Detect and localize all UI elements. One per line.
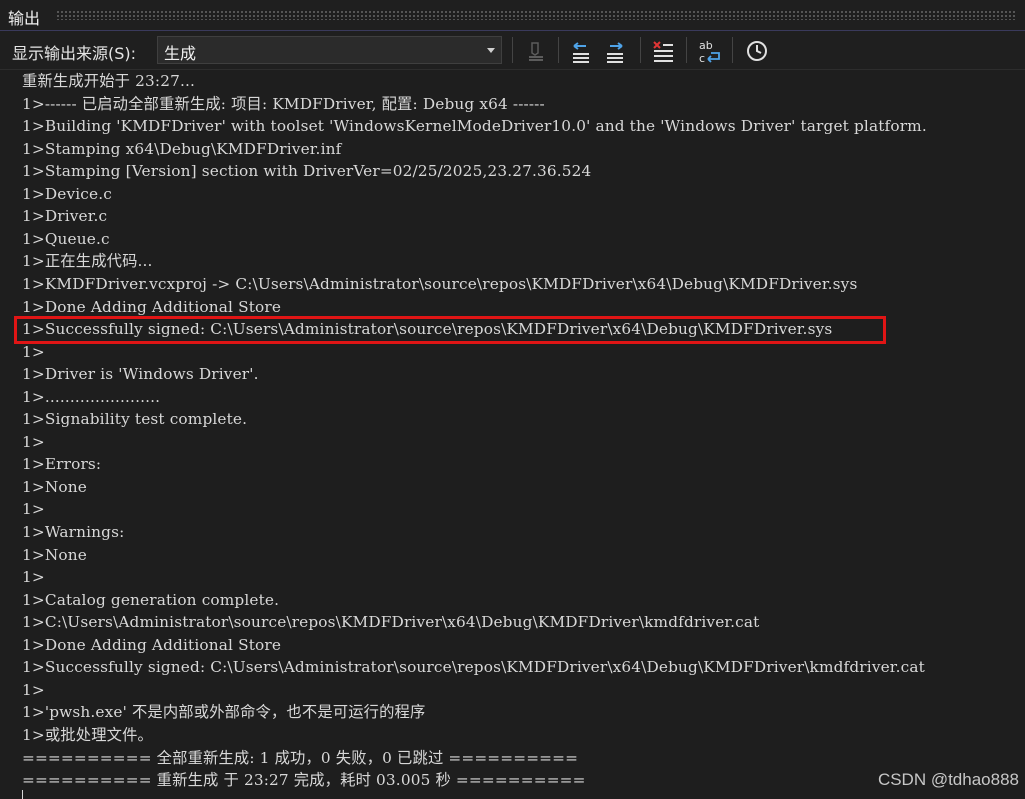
output-source-value: 生成: [164, 44, 197, 63]
word-wrap-icon: ab c: [699, 39, 720, 65]
output-line: 1>------ 已启动全部重新生成: 项目: KMDFDriver, 配置: …: [22, 94, 545, 113]
output-line: 1>KMDFDriver.vcxproj -> C:\Users\Adminis…: [22, 274, 858, 293]
toolbar-separator: [686, 37, 687, 63]
watermark: CSDN @tdhao888: [877, 770, 1019, 789]
toolbar-separator: [732, 37, 733, 63]
output-line: 1>None: [22, 477, 87, 496]
output-toolbar: 显示输出来源(S): 生成 ab c: [0, 31, 1025, 70]
output-line: 1>Queue.c: [22, 229, 110, 248]
output-line: 1>Done Adding Additional Store: [22, 635, 282, 654]
output-line: 1>Stamping x64\Debug\KMDFDriver.inf: [22, 139, 342, 158]
output-line: 1>Device.c: [22, 184, 112, 203]
output-text-area[interactable]: 重新生成开始于 23:27... 1>------ 已启动全部重新生成: 项目: …: [0, 70, 1025, 799]
output-line: 1>'pwsh.exe' 不是内部或外部命令，也不是可运行的程序: [22, 703, 426, 722]
output-line: 重新生成开始于 23:27...: [22, 72, 196, 90]
output-line: 1>Successfully signed: C:\Users\Administ…: [22, 658, 925, 677]
output-line: 1>: [22, 568, 45, 587]
svg-text:c: c: [699, 52, 705, 65]
output-line: 1>Errors:: [22, 455, 102, 474]
output-line: 1>正在生成代码...: [22, 252, 153, 271]
find-message-button[interactable]: [520, 35, 550, 65]
output-line: 1>None: [22, 545, 87, 564]
drag-grip[interactable]: [56, 10, 1015, 20]
output-line: 1>Stamping [Version] section with Driver…: [22, 162, 592, 181]
go-to-previous-icon: [573, 42, 589, 63]
clear-all-button[interactable]: [648, 35, 678, 65]
output-line: 1>C:\Users\Administrator\source\repos\KM…: [22, 613, 760, 632]
go-to-next-button[interactable]: [600, 35, 630, 65]
clock-icon: [747, 41, 767, 61]
output-source-dropdown[interactable]: 生成: [157, 36, 502, 64]
toolbar-separator: [558, 37, 559, 63]
go-to-next-icon: [607, 42, 623, 63]
output-line: 1>Building 'KMDFDriver' with toolset 'Wi…: [22, 117, 927, 136]
panel-title: 输出: [8, 9, 41, 28]
output-line: 1>: [22, 432, 45, 451]
output-line: 1>: [22, 680, 45, 699]
output-line: 1>或批处理文件。: [22, 725, 153, 744]
output-line: 1>Driver.c: [22, 207, 108, 226]
output-line: 1>Driver is 'Windows Driver'.: [22, 365, 259, 384]
output-line: 1>: [22, 500, 45, 519]
toolbar-separator: [512, 37, 513, 63]
svg-text:ab: ab: [699, 39, 713, 52]
output-line: 1>Catalog generation complete.: [22, 590, 280, 609]
output-line: 1>.......................: [22, 387, 161, 406]
output-line: ========== 全部重新生成: 1 成功，0 失败，0 已跳过 =====…: [22, 748, 579, 767]
output-line: 1>Signability test complete.: [22, 410, 248, 429]
find-message-icon: [529, 42, 543, 61]
source-label: 显示输出来源(S):: [12, 44, 137, 63]
output-line: 1>Warnings:: [22, 523, 125, 541]
output-line: ========== 重新生成 于 23:27 完成，耗时 03.005 秒 =…: [22, 771, 586, 790]
word-wrap-button[interactable]: ab c: [694, 35, 724, 65]
chevron-down-icon: [487, 48, 495, 53]
toggle-timestamp-button[interactable]: [742, 35, 772, 65]
clear-all-icon: [653, 41, 673, 62]
output-line: 1>Done Adding Additional Store: [22, 297, 282, 316]
output-panel-titlebar: 输出: [0, 0, 1025, 31]
go-to-previous-button[interactable]: [566, 35, 596, 65]
toolbar-separator: [640, 37, 641, 63]
highlight-box: [14, 316, 886, 344]
